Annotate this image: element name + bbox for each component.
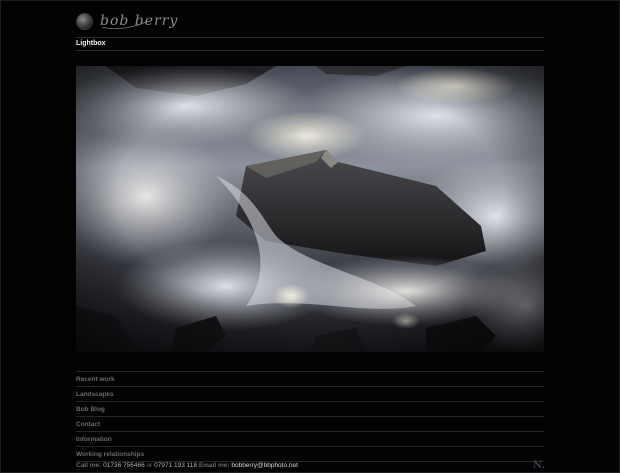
phone-mobile[interactable]: 07971 193 118 <box>154 462 197 469</box>
waterfall-photo-image <box>76 66 544 352</box>
email-link[interactable]: bobberry@bbphoto.net <box>231 462 298 469</box>
nav-item-label: Information <box>76 435 112 443</box>
footer-contact: Call me: 01736 756466 or 07971 193 118 E… <box>76 462 298 469</box>
nav-item-information[interactable]: Information <box>76 432 544 447</box>
logo-swash-icon <box>101 21 147 29</box>
or-text: or <box>146 462 153 469</box>
nav-item-label: Working relationships <box>76 450 145 458</box>
email-label: Email me: <box>198 462 230 469</box>
nav-item-contact[interactable]: Contact <box>76 417 544 432</box>
nav-item-label: Landscapes <box>76 390 114 398</box>
nav-item-label: Recent work <box>76 375 115 383</box>
site-badge-icon[interactable]: N. <box>533 460 545 471</box>
main-nav: Recent work Landscapes Bob Blog Contact … <box>76 371 544 462</box>
header-divider <box>76 37 544 38</box>
phone-primary[interactable]: 01736 756466 <box>103 462 145 469</box>
logo-mark-icon <box>76 12 93 30</box>
title-divider <box>76 50 544 51</box>
lightbox-photo[interactable] <box>76 66 544 352</box>
page-title: Lightbox <box>76 40 106 47</box>
nav-item-bob-blog[interactable]: Bob Blog <box>76 402 544 417</box>
nav-item-label: Contact <box>76 420 101 428</box>
call-label: Call me: <box>76 462 102 469</box>
nav-item-landscapes[interactable]: Landscapes <box>76 387 544 402</box>
nav-item-working-relationships[interactable]: Working relationships <box>76 447 544 462</box>
nav-item-label: Bob Blog <box>76 405 105 413</box>
nav-item-recent-work[interactable]: Recent work <box>76 371 544 387</box>
